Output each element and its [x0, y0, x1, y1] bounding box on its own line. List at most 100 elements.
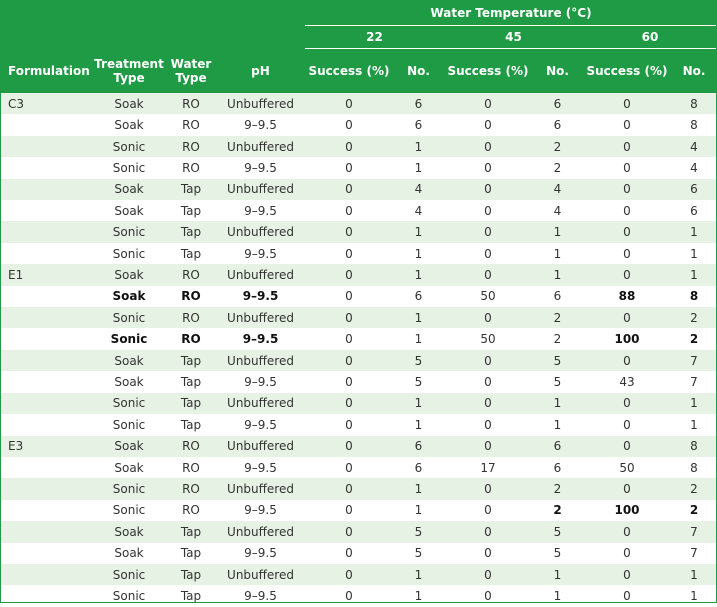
success-22-cell: 0: [305, 435, 393, 457]
ph-cell: Unbuffered: [216, 349, 305, 372]
table-row: Soak RO 9–9.5 0 6 50 6 88 8: [0, 285, 717, 308]
ph-cell: Unbuffered: [216, 435, 305, 457]
success-60-cell: 0: [583, 521, 671, 543]
success-60-cell: 88: [583, 285, 671, 308]
no-22-cell: 6: [393, 114, 444, 136]
ph-cell: Unbuffered: [216, 392, 305, 415]
treatment-type-cell: Soak: [92, 285, 166, 308]
success-45-cell: 0: [444, 585, 532, 607]
water-type-header: Water Type: [166, 48, 216, 93]
no-60-cell: 7: [671, 521, 717, 543]
no-45-cell: 5: [532, 542, 583, 564]
formulation-cell: [0, 563, 92, 586]
table-row: E3 Soak RO Unbuffered 0 6 0 6 0 8: [0, 435, 717, 457]
treatment-type-cell: Soak: [92, 371, 166, 393]
success-60-cell: 0: [583, 264, 671, 286]
table-row: Soak Tap 9–9.5 0 5 0 5 43 7: [0, 371, 717, 393]
no-60-cell: 2: [671, 499, 717, 522]
no-45-cell: 5: [532, 371, 583, 393]
no-22-cell: 1: [393, 478, 444, 500]
success-22-cell: 0: [305, 585, 393, 607]
treatment-type-cell: Soak: [92, 435, 166, 457]
formulation-cell: C3: [0, 93, 92, 115]
no-22-cell: 5: [393, 542, 444, 564]
formulation-cell: [0, 542, 92, 564]
treatment-type-cell: Sonic: [92, 585, 166, 607]
success-22-cell: 0: [305, 285, 393, 308]
success-22-cell: 0: [305, 392, 393, 415]
no-45-cell: 1: [532, 585, 583, 607]
treatment-type-cell: Soak: [92, 178, 166, 201]
no-45-cell: 1: [532, 563, 583, 586]
no-45-cell: 2: [532, 135, 583, 158]
success-45-cell: 0: [444, 521, 532, 543]
water-type-cell: Tap: [166, 178, 216, 201]
no-60-cell: 4: [671, 135, 717, 158]
no-45-cell: 1: [532, 221, 583, 243]
no-60-cell: 4: [671, 157, 717, 179]
temp-22-header: 22: [305, 25, 444, 49]
treatment-type-cell: Soak: [92, 456, 166, 479]
success-22-cell: 0: [305, 114, 393, 136]
success-45-cell: 0: [444, 178, 532, 201]
no-22-cell: 1: [393, 392, 444, 415]
table-row: Soak Tap Unbuffered 0 5 0 5 0 7: [0, 521, 717, 543]
formulation-cell: [0, 307, 92, 329]
success-22-cell: 0: [305, 200, 393, 222]
success-60-cell: 0: [583, 200, 671, 222]
water-type-cell: RO: [166, 499, 216, 522]
formulation-cell: [0, 285, 92, 308]
no-60-cell: 1: [671, 414, 717, 436]
ph-cell: Unbuffered: [216, 135, 305, 158]
treatment-type-cell: Sonic: [92, 478, 166, 500]
ph-cell: 9–9.5: [216, 499, 305, 522]
success-60-cell: 0: [583, 307, 671, 329]
table-row: Sonic RO 9–9.5 0 1 0 2 100 2: [0, 499, 717, 522]
success-60-cell: 100: [583, 328, 671, 350]
water-type-cell: RO: [166, 307, 216, 329]
no-45-cell: 6: [532, 456, 583, 479]
no-60-cell: 1: [671, 221, 717, 243]
table-row: Sonic RO Unbuffered 0 1 0 2 0 2: [0, 307, 717, 329]
formulation-cell: [0, 371, 92, 393]
ph-cell: Unbuffered: [216, 264, 305, 286]
header-spacer: [0, 25, 305, 49]
no-60-cell: 1: [671, 392, 717, 415]
ph-cell: 9–9.5: [216, 371, 305, 393]
treatment-type-cell: Soak: [92, 114, 166, 136]
treatment-type-cell: Soak: [92, 349, 166, 372]
no-22-cell: 1: [393, 135, 444, 158]
success-22-cell: 0: [305, 563, 393, 586]
no-60-cell: 7: [671, 371, 717, 393]
no-45-cell: 1: [532, 264, 583, 286]
success-60-cell: 0: [583, 114, 671, 136]
success-60-cell: 0: [583, 435, 671, 457]
table-row: E1 Soak RO Unbuffered 0 1 0 1 0 1: [0, 264, 717, 286]
success-60-cell: 0: [583, 157, 671, 179]
success-45-cell: 0: [444, 93, 532, 115]
no-22-cell: 6: [393, 93, 444, 115]
success-22-cell: 0: [305, 242, 393, 265]
success-45-cell: 50: [444, 285, 532, 308]
water-type-cell: RO: [166, 264, 216, 286]
temp-45-header: 45: [444, 25, 583, 49]
success-60-cell: 43: [583, 371, 671, 393]
no-22-cell: 6: [393, 435, 444, 457]
formulation-cell: [0, 585, 92, 607]
success-45-header: Success (%): [444, 48, 532, 93]
no-60-cell: 1: [671, 264, 717, 286]
table-header: Water Temperature (°C) 22 45 60 Formulat…: [0, 0, 717, 93]
ph-header: pH: [216, 48, 305, 93]
water-type-cell: RO: [166, 285, 216, 308]
no-22-cell: 1: [393, 221, 444, 243]
ph-cell: Unbuffered: [216, 478, 305, 500]
no-45-cell: 2: [532, 478, 583, 500]
no-60-cell: 8: [671, 93, 717, 115]
ph-cell: Unbuffered: [216, 563, 305, 586]
table-row: Sonic Tap Unbuffered 0 1 0 1 0 1: [0, 221, 717, 243]
no-45-cell: 6: [532, 285, 583, 308]
treatment-type-cell: Sonic: [92, 328, 166, 350]
formulation-cell: [0, 221, 92, 243]
success-22-cell: 0: [305, 157, 393, 179]
success-45-cell: 0: [444, 307, 532, 329]
